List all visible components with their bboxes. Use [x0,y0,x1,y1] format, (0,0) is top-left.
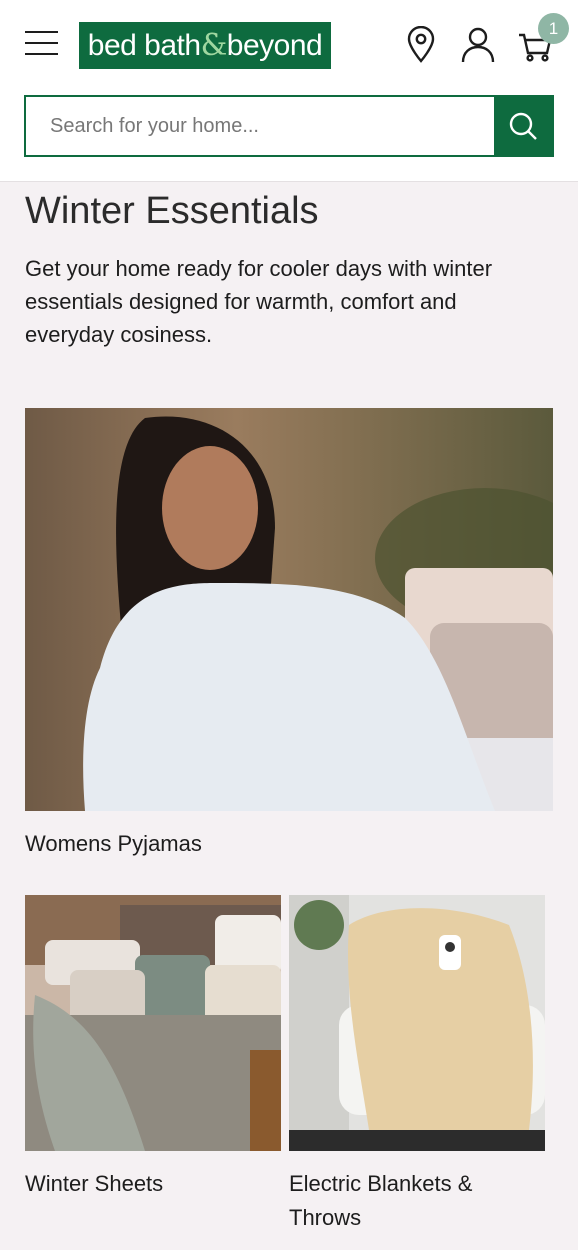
page-description: Get your home ready for cooler days with… [25,256,493,347]
winter-sheets-image [25,895,281,1151]
brand-logo[interactable]: bed bath&beyond [79,22,331,69]
cart-count-badge: 1 [538,13,569,44]
search-icon [509,112,537,140]
page-title: Winter Essentials [25,190,319,232]
logo-ampersand: & [200,28,228,63]
womens-pyjamas-image [25,408,553,811]
logo-text-part1: bed bath [87,29,201,62]
menu-icon[interactable] [25,31,58,59]
search-input[interactable] [26,97,492,155]
search-bar [24,95,554,157]
category-label: Winter Sheets [25,1171,164,1196]
electric-blankets-image [289,895,545,1151]
category-label: Womens Pyjamas [25,831,202,856]
account-icon[interactable] [461,26,495,64]
site-header: bed bath&beyond 1 [0,0,578,182]
category-label: Electric Blankets & Throws [289,1171,473,1230]
search-button[interactable] [494,97,552,155]
store-locator-icon[interactable] [404,25,438,64]
logo-text-part2: beyond [226,29,323,62]
